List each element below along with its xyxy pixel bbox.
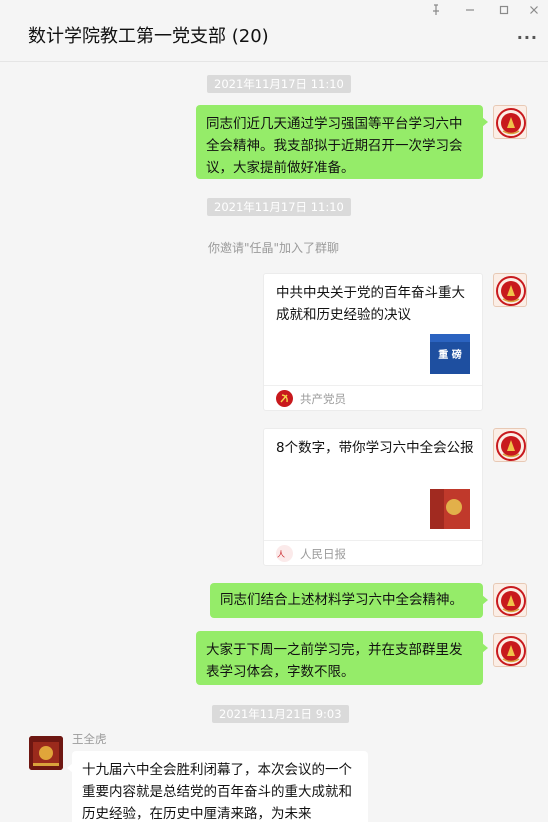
maximize-icon[interactable]: [496, 4, 512, 20]
message-bubble[interactable]: 同志们近几天通过学习强国等平台学习六中全会精神。我支部拟于近期召开一次学习会议，…: [196, 105, 488, 179]
my-avatar[interactable]: [493, 633, 527, 667]
title-bar: 数计学院教工第一党支部 (20) ···: [0, 0, 548, 62]
message-bubble[interactable]: 十九届六中全会胜利闭幕了，本次会议的一个重要内容就是总结党的百年奋斗的重大成就和…: [67, 751, 368, 822]
my-avatar[interactable]: [493, 105, 527, 139]
close-icon[interactable]: [526, 4, 542, 20]
peoples-daily-icon: 人: [276, 545, 293, 562]
article-thumbnail: 重 磅: [430, 334, 470, 374]
my-avatar[interactable]: [493, 273, 527, 307]
timestamp: 2021年11月17日 11:10: [207, 198, 351, 216]
timestamp: 2021年11月21日 9:03: [212, 705, 349, 723]
timestamp: 2021年11月17日 11:10: [207, 75, 351, 93]
minimize-icon[interactable]: [462, 4, 478, 20]
card-footer: 人 人民日报: [264, 540, 482, 565]
my-avatar[interactable]: [493, 428, 527, 462]
chat-title: 数计学院教工第一党支部 (20): [28, 26, 269, 47]
article-title: 中共中央关于党的百年奋斗重大成就和历史经验的决议: [276, 285, 465, 323]
sender-name: 王全虎: [72, 732, 107, 746]
article-card[interactable]: 中共中央关于党的百年奋斗重大成就和历史经验的决议 重 磅 共产党员: [263, 273, 483, 411]
article-source: 人民日报: [300, 547, 346, 561]
message-bubble[interactable]: 大家于下周一之前学习完，并在支部群里发表学习体会，字数不限。: [196, 631, 488, 685]
my-avatar[interactable]: [493, 583, 527, 617]
article-thumbnail: [430, 489, 470, 529]
svg-text:人: 人: [277, 550, 285, 559]
chat-messages[interactable]: 2021年11月17日 11:10 同志们近几天通过学习强国等平台学习六中全会精…: [0, 63, 548, 822]
card-footer: 共产党员: [264, 385, 482, 410]
pin-icon[interactable]: [428, 4, 444, 20]
message-bubble[interactable]: 同志们结合上述材料学习六中全会精神。: [210, 583, 488, 618]
sender-avatar[interactable]: [29, 736, 63, 770]
article-title: 8个数字，带你学习六中全会公报: [276, 440, 474, 456]
article-source: 共产党员: [300, 392, 346, 406]
party-emblem-icon: [276, 390, 293, 407]
more-options-icon[interactable]: ···: [517, 28, 538, 47]
system-notice: 你邀请"任晶"加入了群聊: [208, 241, 340, 255]
article-card[interactable]: 8个数字，带你学习六中全会公报 人 人民日报: [263, 428, 483, 566]
